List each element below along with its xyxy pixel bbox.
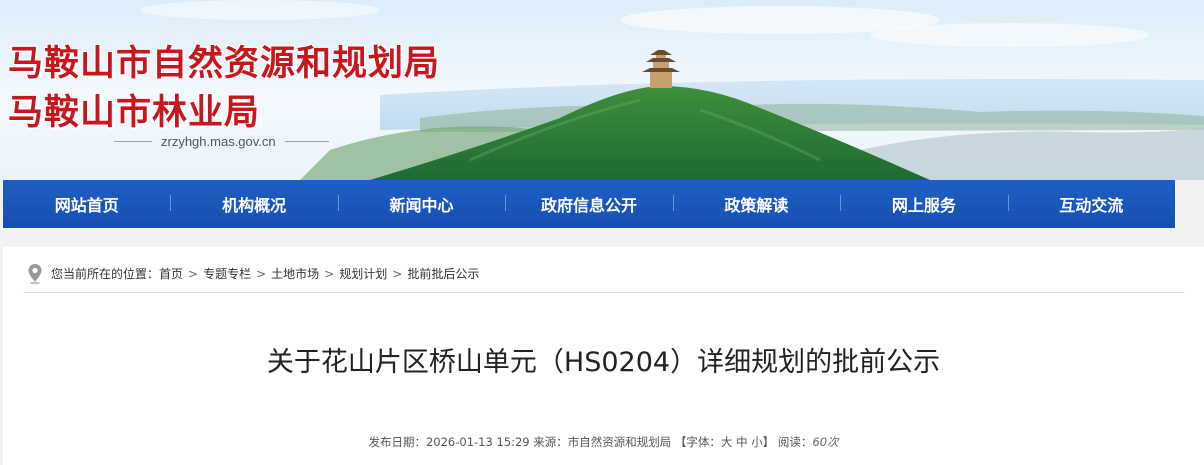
breadcrumb-home[interactable]: 首页 [159, 265, 183, 282]
location-pin-icon [28, 263, 42, 284]
article-title: 关于花山片区桥山单元（HS0204）详细规划的批前公示 [266, 347, 941, 378]
breadcrumb-separator: > [324, 266, 335, 281]
publish-date: 2026-01-13 15:29 [425, 435, 530, 449]
article-meta: 发布日期：2026-01-13 15:29 来源：市自然资源和规划局 【字体：大… [3, 434, 1204, 450]
domain-rule-right [284, 141, 329, 142]
nav-item-organization[interactable]: 机构概况 [170, 192, 337, 216]
site-title-primary: 马鞍山市自然资源和规划局 [8, 44, 441, 84]
nav-item-gov-info[interactable]: 政府信息公开 [505, 192, 672, 216]
font-size-medium-button[interactable]: 中 [736, 435, 748, 449]
breadcrumb-publicity[interactable]: 批前批后公示 [407, 265, 479, 282]
nav-item-home[interactable]: 网站首页 [3, 192, 170, 216]
views-count: 60次 [812, 435, 839, 449]
source-label: 来源： [533, 435, 568, 449]
domain-rule-left [114, 141, 152, 142]
source-value: 市自然资源和规划局 [567, 435, 672, 449]
content-panel: 您当前所在的位置： 首页 > 专题专栏 > 土地市场 > 规划计划 > 批前批后… [3, 247, 1204, 465]
site-domain: zrzyhgh.mas.gov.cn [114, 134, 329, 149]
breadcrumb-special-topics[interactable]: 专题专栏 [203, 265, 251, 282]
breadcrumb-planning[interactable]: 规划计划 [339, 265, 387, 282]
breadcrumb-land-market[interactable]: 土地市场 [271, 265, 319, 282]
font-size-label: 【字体： [674, 435, 721, 449]
views-label: 阅读： [777, 435, 813, 449]
publish-date-label: 发布日期： [368, 435, 426, 449]
site-banner: 马鞍山市自然资源和规划局 马鞍山市林业局 zrzyhgh.mas.gov.cn [0, 0, 1204, 180]
font-size-small-button[interactable]: 小 [751, 435, 763, 449]
nav-item-news[interactable]: 新闻中心 [337, 192, 505, 216]
font-size-large-button[interactable]: 大 [721, 435, 733, 449]
breadcrumb-separator: > [392, 266, 403, 281]
site-title-secondary: 马鞍山市林业局 [8, 93, 261, 133]
nav-item-interaction[interactable]: 互动交流 [1007, 192, 1175, 216]
breadcrumb-prefix: 您当前所在的位置： [51, 267, 160, 281]
font-size-close: 】 [762, 435, 775, 449]
nav-item-online-service[interactable]: 网上服务 [840, 192, 1007, 216]
breadcrumb-separator: > [188, 266, 199, 281]
breadcrumb-separator: > [256, 266, 267, 281]
nav-item-policy[interactable]: 政策解读 [672, 192, 840, 216]
main-nav: 网站首页 机构概况 新闻中心 政府信息公开 政策解读 网上服务 互动交流 [3, 180, 1175, 228]
breadcrumb: 您当前所在的位置： 首页 > 专题专栏 > 土地市场 > 规划计划 > 批前批后… [23, 255, 1185, 293]
site-domain-text: zrzyhgh.mas.gov.cn [161, 134, 276, 149]
